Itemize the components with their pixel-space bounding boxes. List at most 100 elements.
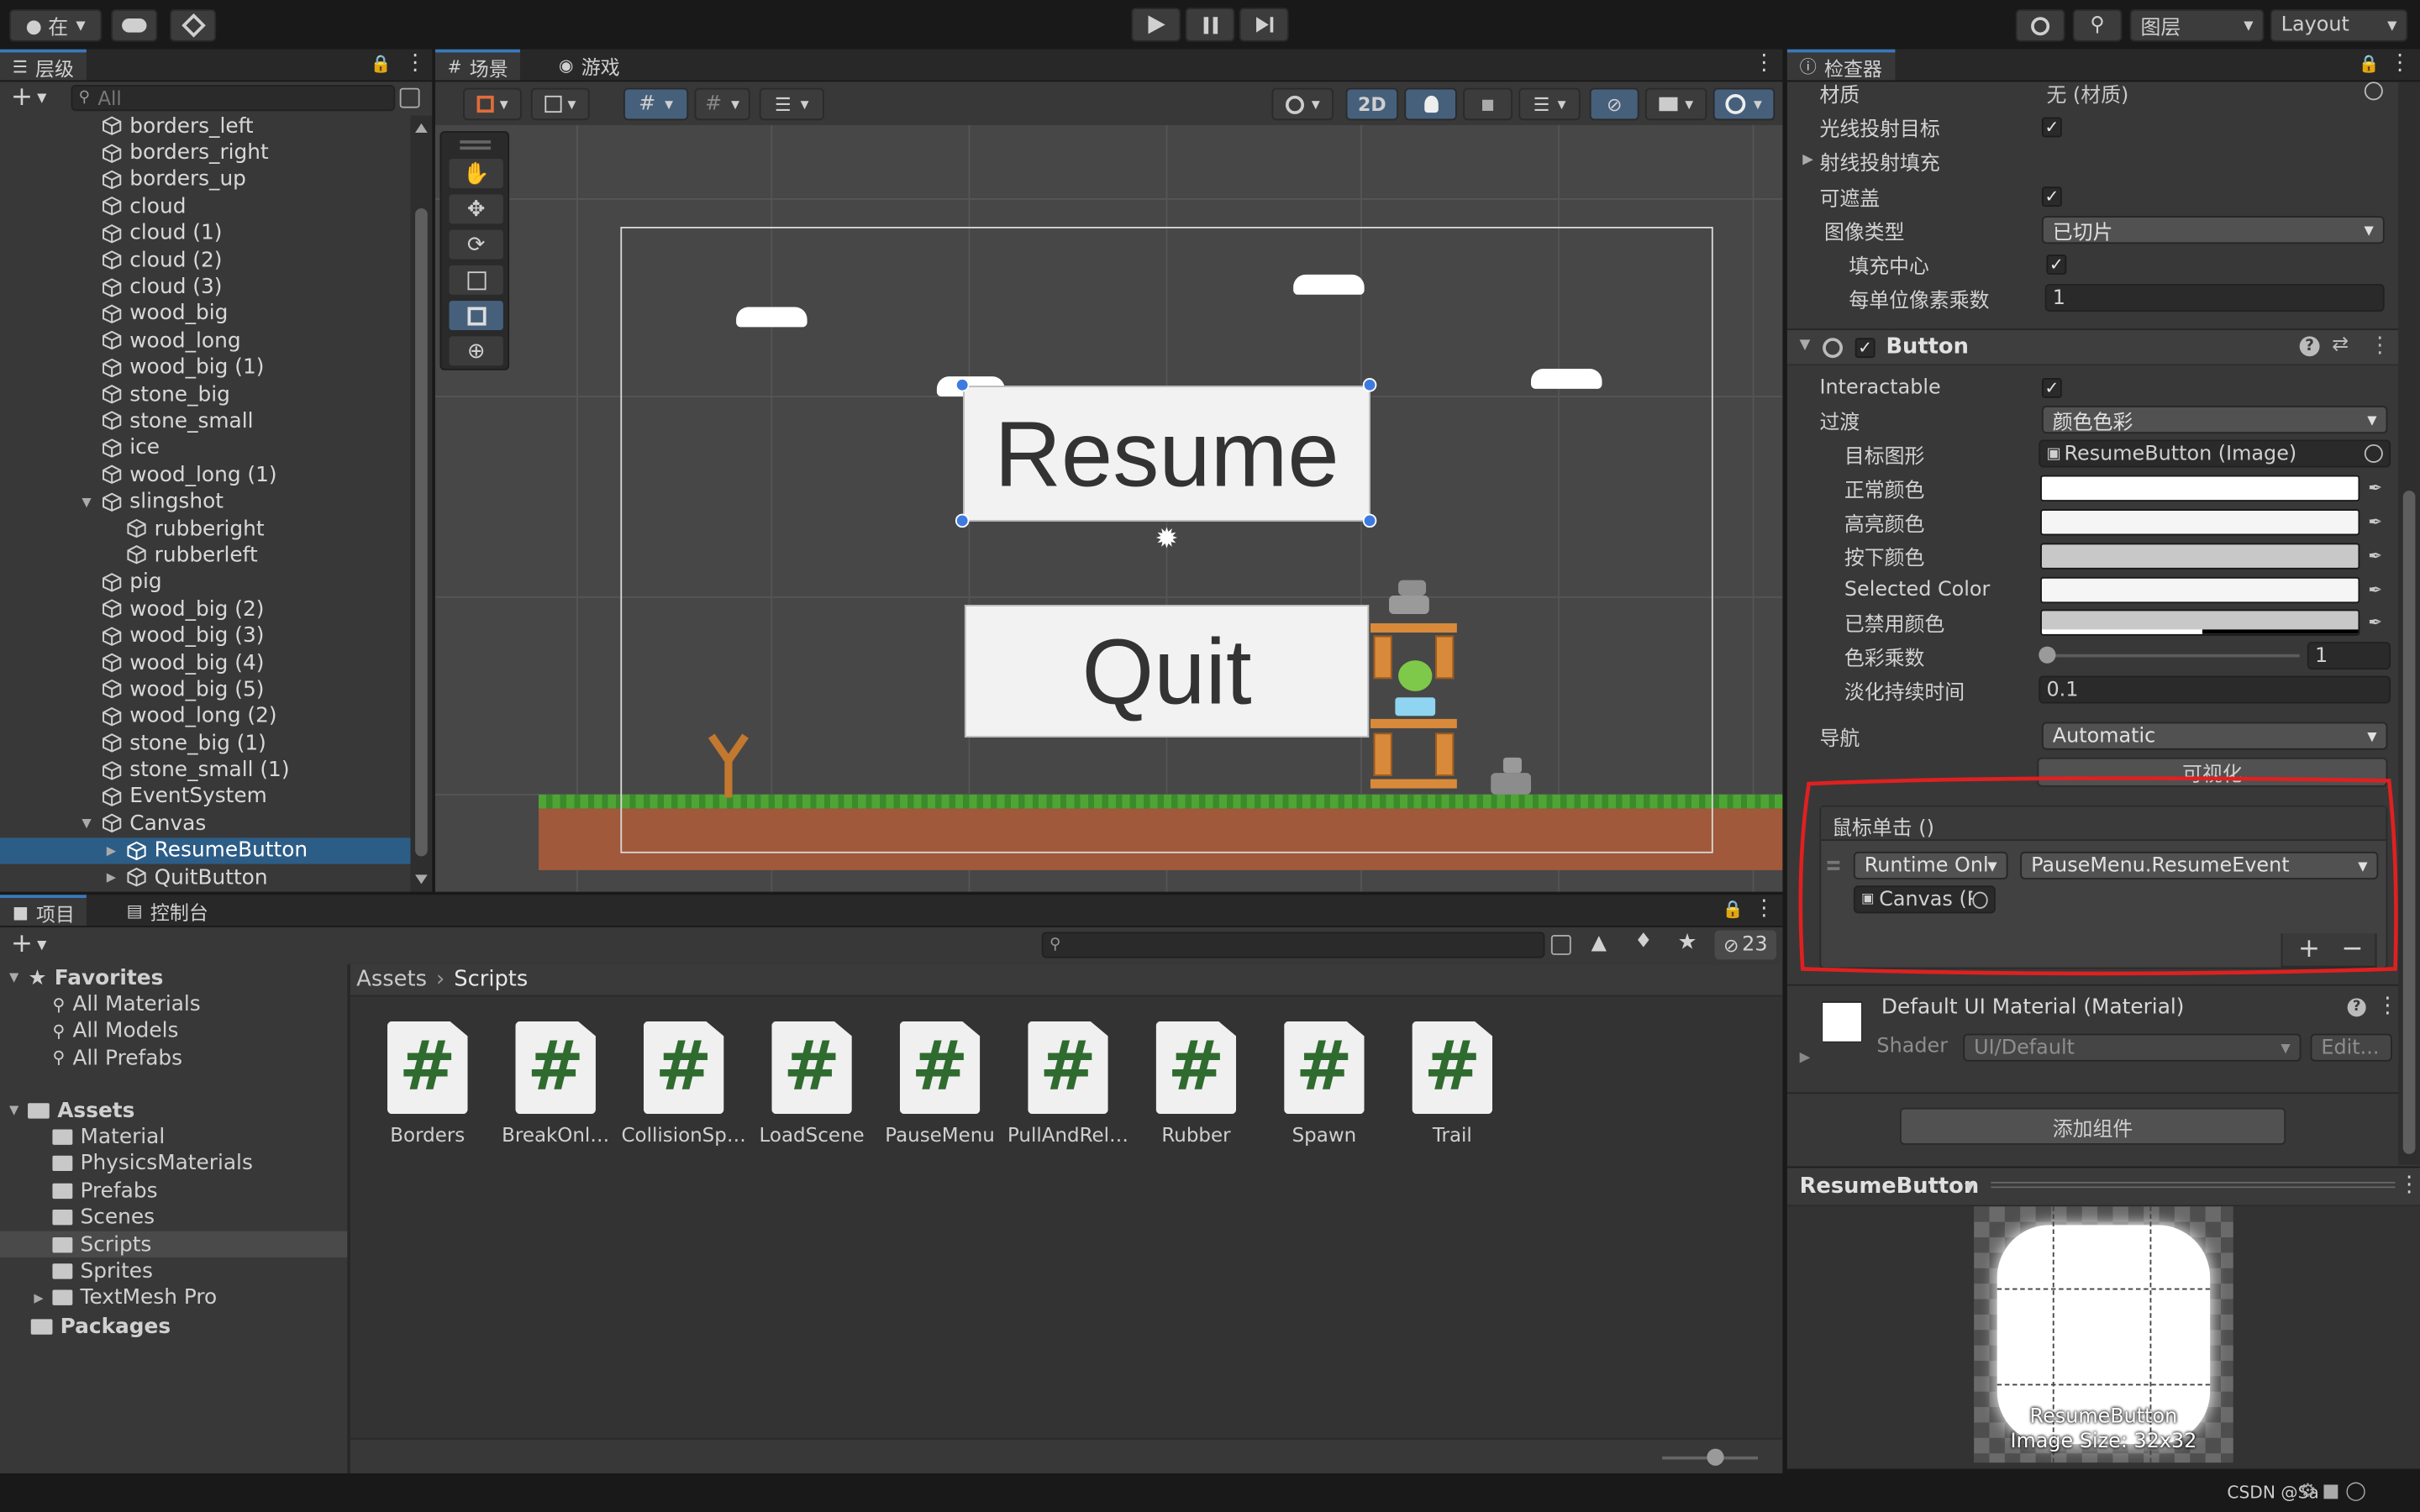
resume-button-preview[interactable]: Resume [963, 386, 1370, 522]
tab-hierarchy[interactable]: ☰ 层级 [0, 49, 87, 81]
effects-button[interactable]: ☰ ▼ [1518, 87, 1581, 121]
foldout-collapsed-icon[interactable]: ▶ [34, 1291, 43, 1305]
hierarchy-item[interactable]: cloud (1) [0, 220, 411, 247]
rect-handle[interactable] [955, 513, 970, 528]
quit-button-preview[interactable]: Quit [964, 604, 1370, 738]
more-icon[interactable]: ⋮ [1753, 51, 1775, 76]
more-icon[interactable]: ⋮ [404, 51, 426, 76]
eyedropper-icon[interactable]: ✒ [2361, 543, 2389, 569]
lock-icon[interactable]: 🔒 [2358, 54, 2379, 74]
packages-folder[interactable]: Packages [30, 1313, 171, 1340]
hierarchy-item[interactable]: stone_big (1) [0, 730, 411, 757]
selected-color-swatch[interactable] [2040, 576, 2360, 603]
asset-folder[interactable]: Scripts [0, 1231, 348, 1258]
normal-color-swatch[interactable] [2040, 474, 2360, 501]
hierarchy-item[interactable]: cloud (2) [0, 247, 411, 274]
status-icons[interactable]: ⚙ ■ ◯ [2300, 1479, 2366, 1501]
color-multiplier-slider-thumb[interactable] [2039, 646, 2056, 664]
tab-scene[interactable]: # 场景 [434, 49, 521, 81]
asset-folder[interactable]: PhysicsMaterials [0, 1151, 347, 1178]
scrollbar-thumb[interactable] [2402, 491, 2416, 1154]
chevron-down-icon[interactable]: ▼ [37, 938, 46, 953]
favorite-star-icon[interactable]: ★ [1677, 931, 1697, 955]
search-button[interactable]: ⚲ [2072, 9, 2123, 42]
transition-dropdown[interactable]: 颜色色彩 ▼ [2041, 406, 2388, 434]
asset-folder[interactable]: Scenes [0, 1205, 347, 1231]
step-button[interactable] [1239, 8, 1289, 42]
scroll-down-icon[interactable] [415, 874, 428, 885]
object-picker-icon[interactable] [2364, 81, 2383, 101]
hierarchy-item[interactable]: rubberight [0, 515, 411, 542]
script-asset[interactable]: # Spawn [1262, 1021, 1386, 1147]
hierarchy-item[interactable]: wood_long (2) [0, 703, 411, 730]
more-icon[interactable]: ⋮ [2377, 994, 2399, 1018]
move-tool[interactable]: ✥ [447, 192, 505, 226]
more-icon[interactable]: ⋮ [1753, 896, 1775, 921]
favorites-folder[interactable]: ▼ ★ Favorites [9, 964, 163, 991]
raycast-target-checkbox[interactable]: ✓ [2041, 116, 2062, 137]
ppu-field[interactable]: 1 [2044, 283, 2385, 312]
ruler-button[interactable]: ☰ ▼ [759, 87, 824, 121]
scene-viewport[interactable]: Resume ✹ Quit ✋ ✥ ⟳ ⊕ [434, 124, 1783, 892]
image-type-dropdown[interactable]: 已切片 ▼ [2041, 216, 2385, 244]
script-asset[interactable]: # Borders [366, 1021, 489, 1147]
hierarchy-item[interactable]: borders_up [0, 166, 411, 193]
scroll-up-icon[interactable] [415, 123, 428, 133]
camera-button[interactable]: ▼ [1644, 87, 1707, 121]
chevron-down-icon[interactable]: ▼ [37, 91, 46, 105]
tab-project[interactable]: ■ 项目 [0, 895, 87, 927]
color-multiplier-slider-track[interactable] [2046, 654, 2300, 658]
foldout-collapsed-icon[interactable]: ▶ [107, 870, 116, 885]
breadcrumb-scripts[interactable]: Scripts [454, 968, 528, 992]
hidden-packages-toggle[interactable]: ⊘ 23 [1714, 930, 1777, 960]
rect-handle[interactable] [955, 377, 970, 392]
lock-icon[interactable]: 🔒 [371, 54, 392, 74]
favorite-item[interactable]: ⚲ All Prefabs [52, 1045, 182, 1072]
color-multiplier-field[interactable]: 1 [2307, 642, 2391, 670]
hierarchy-item[interactable]: cloud [0, 193, 411, 220]
pressed-color-swatch[interactable] [2040, 542, 2360, 569]
help-icon[interactable]: ? [2299, 336, 2320, 357]
asset-folder[interactable]: Material [0, 1124, 347, 1151]
add-icon[interactable]: + [11, 929, 33, 960]
transform-tool[interactable]: ⊕ [447, 334, 505, 368]
asset-folder[interactable]: Sprites [0, 1258, 347, 1285]
breadcrumb-assets[interactable]: Assets [356, 968, 427, 992]
script-asset[interactable]: # LoadScene [750, 1021, 874, 1147]
target-graphic-field[interactable]: ▣ ResumeButton (Image) [2039, 439, 2391, 468]
button-component-header[interactable]: ▼ ✓ Button ? ⇄ ⋮ [1786, 328, 2399, 366]
hierarchy-item[interactable]: wood_big (2) [0, 596, 411, 622]
highlighted-color-swatch[interactable] [2040, 508, 2360, 535]
preview-title[interactable]: ResumeButton [1800, 1174, 1980, 1199]
cloud-button[interactable] [111, 9, 158, 42]
pivot-button[interactable]: ▼ [530, 87, 590, 121]
hierarchy-item[interactable]: wood_big [0, 301, 411, 328]
eyedropper-icon[interactable]: ✒ [2361, 508, 2389, 534]
label-filter-icon[interactable]: ♦ [1634, 931, 1652, 954]
hierarchy-item[interactable]: stone_big [0, 381, 411, 407]
fill-center-checkbox[interactable]: ✓ [2046, 254, 2067, 275]
anchor-icon[interactable]: ✹ [1151, 524, 1182, 555]
scrollbar-thumb[interactable] [415, 207, 428, 857]
type-filter-icon[interactable]: ▲ [1591, 932, 1607, 955]
hierarchy-item[interactable]: pig [0, 569, 411, 596]
foldout-icon[interactable]: ▶ [1800, 1051, 1811, 1066]
zoom-slider-thumb[interactable] [1707, 1448, 1724, 1466]
eyedropper-icon[interactable]: ✒ [2361, 576, 2389, 602]
tab-game[interactable]: ◉ 游戏 [546, 50, 632, 81]
script-asset[interactable]: # CollisionSp… [622, 1021, 746, 1147]
script-asset[interactable]: # PullAndRel… [1007, 1021, 1130, 1147]
navigation-dropdown[interactable]: Automatic ▼ [2041, 722, 2388, 750]
help-icon[interactable]: ? [2347, 998, 2366, 1017]
foldout-expanded-icon[interactable]: ▼ [1800, 338, 1811, 353]
maskable-checkbox[interactable]: ✓ [2041, 186, 2062, 207]
hierarchy-item[interactable]: borders_left [0, 113, 411, 139]
foldout-icon[interactable]: ▶ [1802, 153, 1813, 168]
disabled-color-swatch[interactable] [2040, 608, 2360, 635]
lock-icon[interactable]: 🔒 [1723, 900, 1744, 920]
tab-console[interactable]: ▤ 控制台 [114, 895, 221, 926]
favorite-item[interactable]: ⚲ All Materials [52, 991, 200, 1018]
tool-handle-button[interactable]: ▼ [463, 87, 522, 121]
rect-handle[interactable] [1362, 513, 1377, 528]
rotate-tool[interactable]: ⟳ [447, 228, 505, 261]
